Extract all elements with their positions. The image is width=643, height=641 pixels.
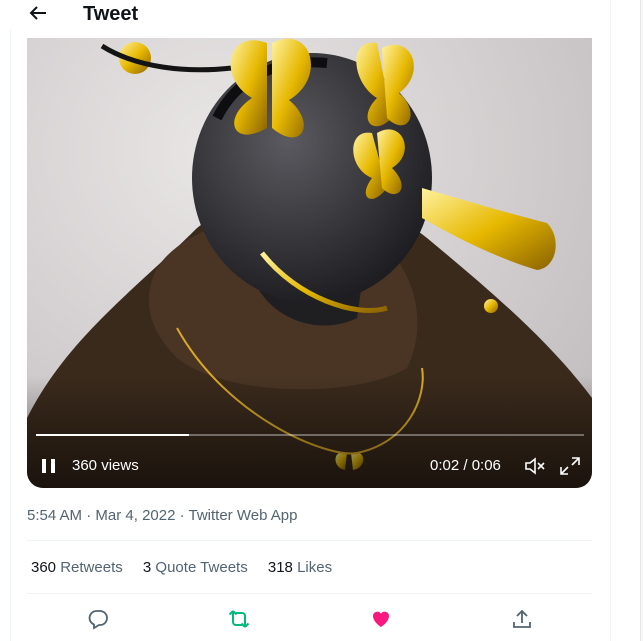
speaker-muted-icon (525, 457, 545, 475)
mute-button[interactable] (524, 456, 546, 476)
source-app-link[interactable]: Twitter Web App (189, 507, 298, 524)
fullscreen-button[interactable] (559, 456, 581, 476)
video-time: 0:02 / 0:06 (430, 457, 501, 474)
likes-stat[interactable]: 318 Likes (268, 559, 332, 576)
heart-icon (373, 611, 389, 627)
expand-icon (560, 457, 580, 475)
share-icon (513, 609, 531, 628)
like-button[interactable] (370, 608, 392, 630)
retweet-button[interactable] (228, 608, 250, 630)
video-progress-fill (36, 434, 190, 436)
tweet-time[interactable]: 5:54 AM (27, 507, 82, 524)
retweets-stat[interactable]: 360 Retweets (31, 559, 123, 576)
video-player[interactable]: 360 views 0:02 / 0:06 (27, 38, 592, 488)
divider (27, 540, 592, 541)
reply-icon (88, 610, 108, 630)
tweet-timestamp: 5:54 AM · Mar 4, 2022 · Twitter Web App (27, 507, 298, 524)
arrow-left-icon (29, 6, 46, 20)
quote-tweets-stat[interactable]: 3 Quote Tweets (143, 559, 248, 576)
view-count: 360 views (72, 457, 139, 474)
divider (27, 593, 592, 594)
tweet-date[interactable]: Mar 4, 2022 (95, 507, 175, 524)
reply-button[interactable] (87, 608, 109, 630)
retweet-icon (228, 610, 250, 628)
page-title: Tweet (83, 3, 139, 25)
pause-button[interactable] (41, 457, 57, 475)
share-button[interactable] (511, 608, 533, 630)
tweet-stats: 360 Retweets 3 Quote Tweets 318 Likes (31, 559, 348, 576)
header-bar: Tweet (10, 0, 610, 30)
pause-icon (42, 459, 46, 473)
back-button[interactable] (27, 0, 49, 26)
video-frame (27, 38, 592, 488)
video-progress-bar[interactable] (36, 434, 584, 436)
